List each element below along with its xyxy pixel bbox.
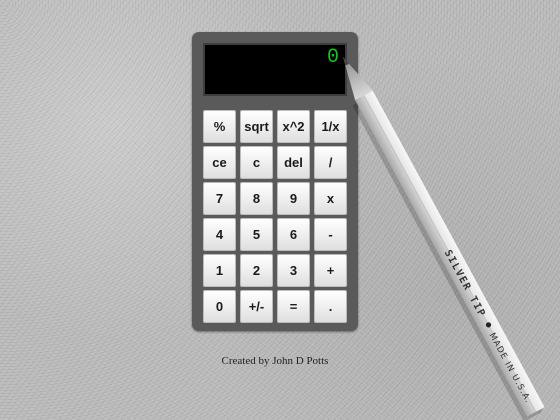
key-clear-entry[interactable]: ce <box>203 146 236 179</box>
credit-text: Created by John D Potts <box>221 355 329 367</box>
key-subtract[interactable]: - <box>314 218 347 251</box>
key-6[interactable]: 6 <box>277 218 310 251</box>
pencil-brand: SILVER TIP <box>442 248 488 319</box>
key-8[interactable]: 8 <box>240 182 273 215</box>
key-negate[interactable]: +/- <box>240 290 273 323</box>
key-0[interactable]: 0 <box>203 290 236 323</box>
pencil-origin: MADE IN U.S.A. <box>487 331 533 405</box>
key-sqrt[interactable]: sqrt <box>240 110 273 143</box>
pencil-body <box>355 90 545 417</box>
calculator-display: 0 <box>203 43 347 96</box>
key-square[interactable]: x^2 <box>277 110 310 143</box>
key-multiply[interactable]: x <box>314 182 347 215</box>
key-reciprocal[interactable]: 1/x <box>314 110 347 143</box>
display-value: 0 <box>326 46 339 69</box>
key-4[interactable]: 4 <box>203 218 236 251</box>
key-2[interactable]: 2 <box>240 254 273 287</box>
key-decimal[interactable]: . <box>314 290 347 323</box>
key-add[interactable]: + <box>314 254 347 287</box>
key-7[interactable]: 7 <box>203 182 236 215</box>
calculator: 0 % sqrt x^2 1/x ce c del / 7 8 9 x 4 5 … <box>192 32 358 331</box>
keypad: % sqrt x^2 1/x ce c del / 7 8 9 x 4 5 6 … <box>203 110 349 323</box>
key-divide[interactable]: / <box>314 146 347 179</box>
key-1[interactable]: 1 <box>203 254 236 287</box>
key-3[interactable]: 3 <box>277 254 310 287</box>
key-delete[interactable]: del <box>277 146 310 179</box>
key-percent[interactable]: % <box>203 110 236 143</box>
key-clear[interactable]: c <box>240 146 273 179</box>
key-5[interactable]: 5 <box>240 218 273 251</box>
key-equals[interactable]: = <box>277 290 310 323</box>
key-9[interactable]: 9 <box>277 182 310 215</box>
